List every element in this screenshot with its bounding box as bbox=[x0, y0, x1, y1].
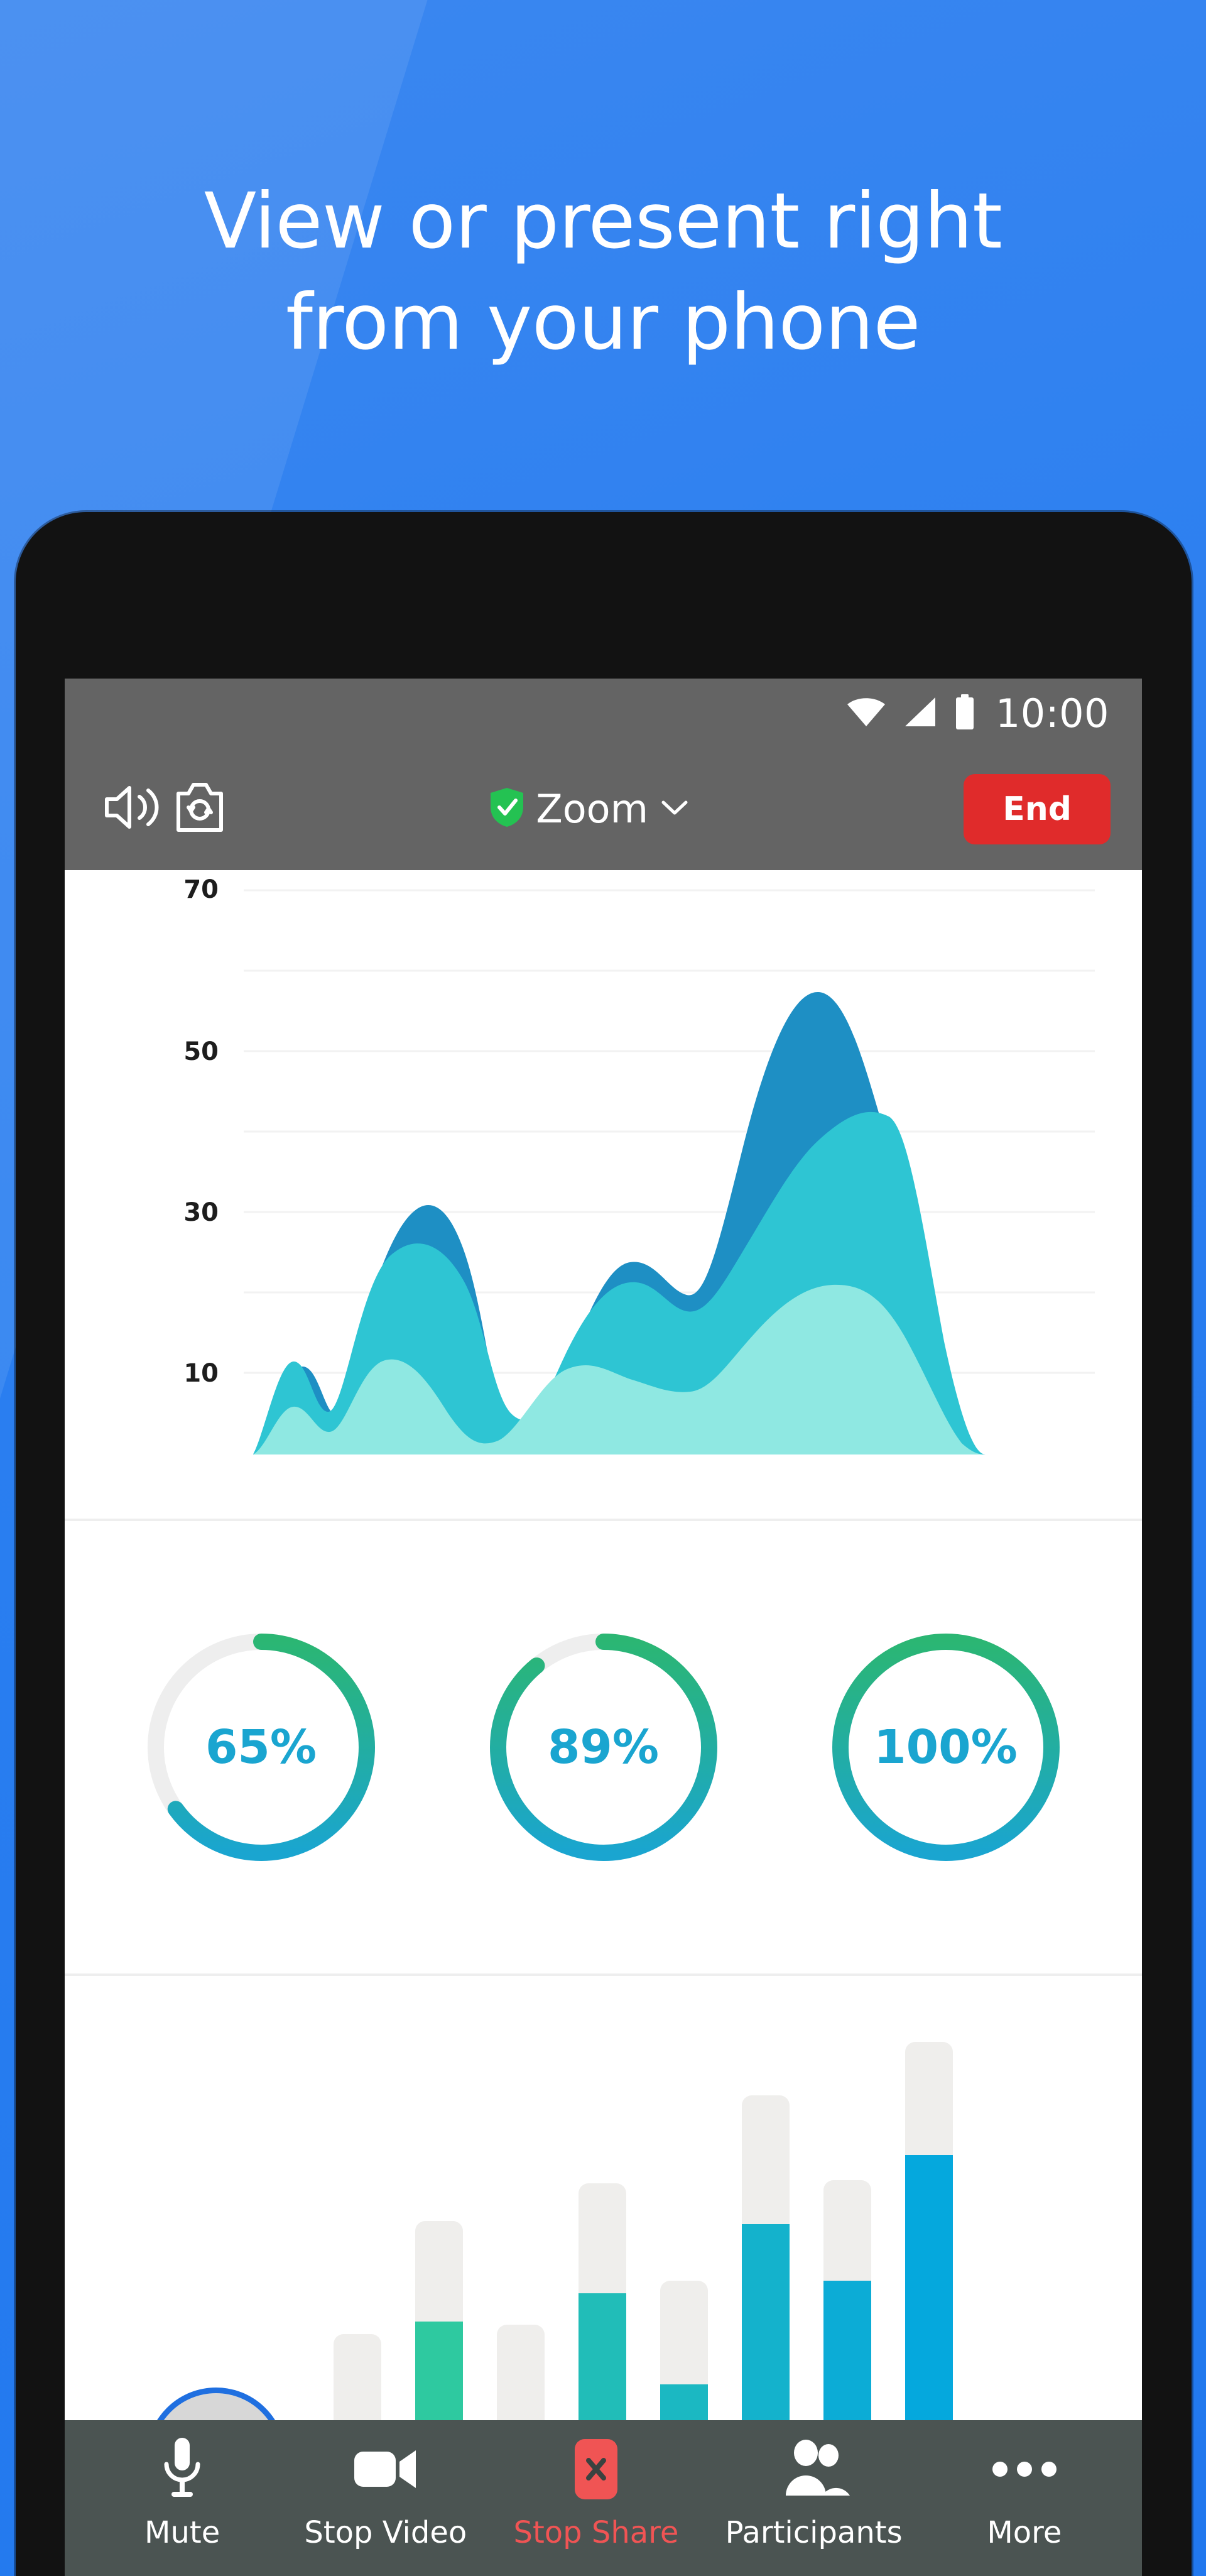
shared-screen-content: 70 50 30 10 65% 89% 100% bbox=[65, 870, 1142, 2576]
more-label: More bbox=[987, 2515, 1062, 2550]
stop-share-label: Stop Share bbox=[513, 2515, 679, 2550]
svg-text:70: 70 bbox=[183, 875, 219, 904]
svg-text:30: 30 bbox=[183, 1198, 219, 1227]
android-status-bar: 10:00 bbox=[65, 679, 1142, 748]
wifi-icon bbox=[846, 696, 886, 731]
participants-label: Participants bbox=[725, 2515, 903, 2550]
more-dots-icon bbox=[991, 2435, 1058, 2504]
stop-share-icon bbox=[572, 2435, 620, 2504]
area-chart-axis-labels: 70 50 30 10 bbox=[183, 875, 219, 1388]
page-title: View or present right from your phone bbox=[204, 177, 1002, 368]
donut-gauge-group: 65% 89% 100% bbox=[65, 1521, 1142, 1973]
stacked-area-chart: 70 50 30 10 bbox=[65, 870, 1142, 1519]
end-meeting-button[interactable]: End bbox=[964, 773, 1111, 844]
zoom-meeting-bottom-bar: Mute Stop Video Stop Share Participants … bbox=[65, 2420, 1142, 2576]
area-chart-svg: 70 50 30 10 bbox=[183, 875, 1095, 1454]
gauge-65: 65% bbox=[136, 1622, 387, 1873]
stop-share-button[interactable]: Stop Share bbox=[513, 2435, 679, 2550]
stop-video-label: Stop Video bbox=[304, 2515, 467, 2550]
meeting-title-dropdown[interactable]: Zoom bbox=[215, 786, 964, 832]
video-camera-icon bbox=[352, 2435, 420, 2504]
more-button[interactable]: More bbox=[949, 2435, 1100, 2550]
status-bar-clock: 10:00 bbox=[995, 690, 1109, 736]
gauge-100-label: 100% bbox=[874, 1720, 1018, 1774]
participants-icon bbox=[778, 2435, 850, 2504]
mute-label: Mute bbox=[144, 2515, 220, 2550]
participants-button[interactable]: Participants bbox=[725, 2435, 903, 2550]
gauge-100: 100% bbox=[820, 1622, 1072, 1873]
gauge-89-label: 89% bbox=[547, 1720, 660, 1774]
zoom-meeting-top-bar: Zoom End bbox=[65, 748, 1142, 870]
shield-check-icon bbox=[489, 787, 524, 831]
chevron-down-icon bbox=[660, 798, 690, 820]
cellular-signal-icon bbox=[903, 696, 938, 731]
microphone-icon bbox=[158, 2435, 207, 2504]
gauge-89: 89% bbox=[478, 1622, 729, 1873]
phone-screen: 10:00 Zoom End 70 50 30 10 65% 89% 100% … bbox=[65, 679, 1142, 2576]
promo-screenshot: View or present right from your phone 10… bbox=[0, 0, 1206, 2576]
meeting-title: Zoom bbox=[536, 786, 648, 832]
mute-button[interactable]: Mute bbox=[107, 2435, 258, 2550]
gauge-65-label: 65% bbox=[205, 1720, 317, 1774]
stop-video-button[interactable]: Stop Video bbox=[304, 2435, 467, 2550]
svg-text:50: 50 bbox=[183, 1037, 219, 1066]
speaker-on-button[interactable] bbox=[96, 775, 165, 844]
speaker-on-icon bbox=[100, 780, 161, 838]
svg-text:10: 10 bbox=[183, 1359, 219, 1388]
battery-full-icon bbox=[954, 694, 975, 733]
phone-top-bezel bbox=[16, 512, 1192, 680]
